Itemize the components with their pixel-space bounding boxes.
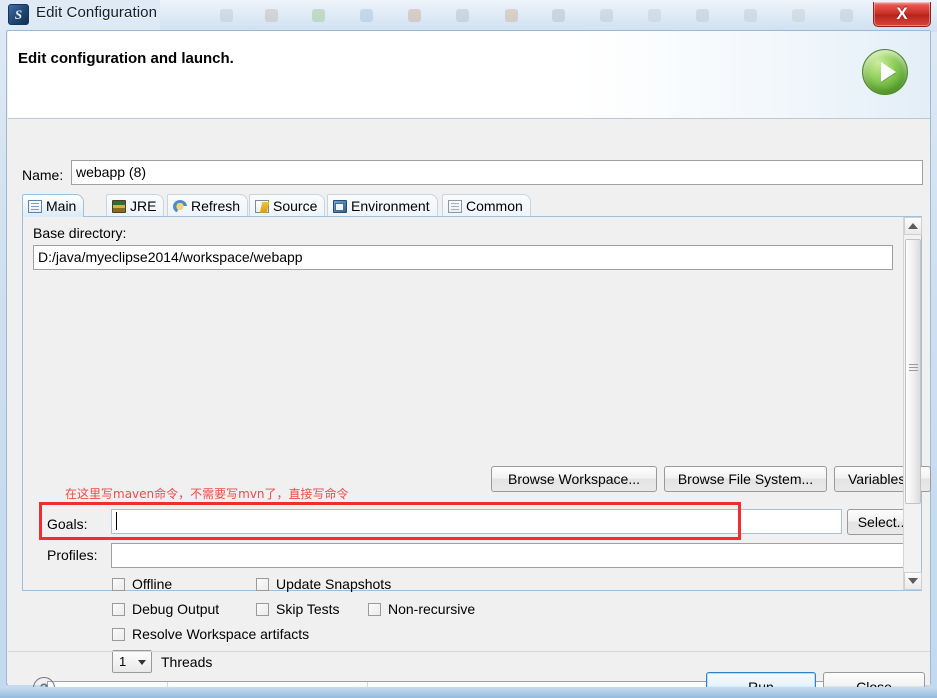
browse-workspace-button[interactable]: Browse Workspace...: [491, 466, 657, 492]
checkbox-label: Resolve Workspace artifacts: [132, 626, 310, 642]
tab-main[interactable]: Main: [22, 194, 85, 217]
checkbox-update-snapshots[interactable]: Update Snapshots: [256, 576, 391, 592]
checkbox-label: Debug Output: [132, 601, 220, 617]
browse-file-system-button[interactable]: Browse File System...: [664, 466, 827, 492]
tab-label: Source: [273, 198, 318, 214]
jre-tab-icon: [112, 199, 126, 213]
tab-label: JRE: [130, 198, 157, 214]
checkbox-box-icon: [256, 577, 269, 591]
checkbox-label: Skip Tests: [276, 601, 340, 617]
checkbox-box-icon: [368, 602, 381, 616]
checkbox-label: Update Snapshots: [276, 576, 392, 592]
tab-source[interactable]: Source: [249, 194, 326, 217]
source-tab-icon: [255, 199, 269, 213]
dialog-container: Edit configuration and launch. Name: web…: [6, 30, 931, 698]
panel-vertical-scrollbar[interactable]: [903, 217, 922, 590]
chevron-down-icon: [138, 660, 146, 665]
tab-label: Refresh: [191, 198, 241, 214]
window-bottom-edge: [0, 687, 937, 698]
threads-value: 1: [119, 654, 127, 669]
tab-environment[interactable]: Environment: [327, 194, 438, 217]
base-directory-label: Base directory:: [33, 225, 127, 241]
main-tab-content: Base directory: D:/java/myeclipse2014/wo…: [23, 217, 931, 698]
page-title: Edit configuration and launch.: [18, 50, 234, 67]
annotation-text: 在这里写maven命令，不需要写mvn了，直接写命令: [65, 487, 349, 501]
checkbox-offline[interactable]: Offline: [112, 576, 172, 592]
window-close-button[interactable]: X: [873, 2, 931, 27]
environment-tab-icon: [333, 199, 347, 213]
goals-input[interactable]: [111, 509, 842, 534]
checkbox-skip-tests[interactable]: Skip Tests: [256, 601, 340, 617]
window-title: Edit Configuration: [36, 4, 158, 21]
tab-refresh[interactable]: Refresh: [167, 194, 249, 217]
footer-separator: [8, 651, 930, 652]
name-label: Name:: [22, 167, 64, 183]
profiles-input[interactable]: [111, 543, 919, 568]
scroll-up-arrow-icon[interactable]: [904, 217, 922, 235]
name-input[interactable]: webapp (8): [71, 160, 923, 185]
scrollbar-grip-icon: [909, 364, 918, 371]
edit-configuration-window: S Edit Configuration X Edit configuratio…: [0, 0, 937, 698]
scrollbar-thumb[interactable]: [905, 239, 921, 504]
checkbox-label: Offline: [132, 576, 173, 592]
checkbox-box-icon: [112, 627, 125, 641]
common-tab-icon: [448, 199, 462, 213]
goals-label: Goals:: [47, 516, 88, 532]
main-tab-panel: Base directory: D:/java/myeclipse2014/wo…: [22, 216, 931, 698]
tab-label: Common: [466, 198, 523, 214]
threads-label: Threads: [161, 654, 213, 670]
checkbox-label: Non-recursive: [388, 601, 476, 617]
tab-bar: Main JRE Refresh Source Environment Comm…: [22, 194, 922, 217]
tab-label: Environment: [351, 198, 430, 214]
checkbox-box-icon: [112, 602, 125, 616]
app-icon: S: [8, 4, 29, 25]
threads-dropdown[interactable]: 1: [112, 650, 152, 673]
dialog-header: Edit configuration and launch.: [8, 31, 930, 119]
main-tab-icon: [28, 199, 42, 213]
checkbox-box-icon: [256, 602, 269, 616]
checkbox-debug-output[interactable]: Debug Output: [112, 601, 219, 617]
text-caret: [116, 512, 117, 530]
scroll-down-arrow-icon[interactable]: [904, 572, 922, 590]
run-play-icon: [862, 49, 908, 95]
title-bar[interactable]: S Edit Configuration X: [0, 0, 937, 30]
checkbox-resolve-workspace-artifacts[interactable]: Resolve Workspace artifacts: [112, 626, 309, 642]
tab-jre[interactable]: JRE: [106, 194, 165, 217]
checkbox-non-recursive[interactable]: Non-recursive: [368, 601, 475, 617]
profiles-label: Profiles:: [47, 547, 98, 563]
base-directory-input[interactable]: D:/java/myeclipse2014/workspace/webapp: [33, 245, 893, 270]
dialog-body: Name: webapp (8) Main JRE Refresh Source…: [8, 120, 931, 698]
checkbox-box-icon: [112, 577, 125, 591]
tab-common[interactable]: Common: [442, 194, 531, 217]
tab-label: Main: [46, 198, 77, 214]
refresh-tab-icon: [173, 199, 187, 213]
